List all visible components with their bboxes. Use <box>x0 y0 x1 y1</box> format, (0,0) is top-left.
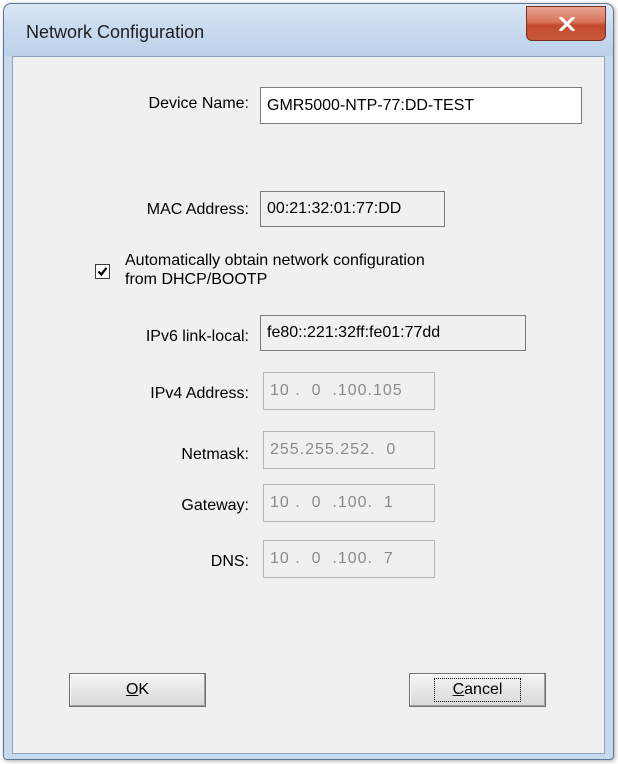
ipv6-link-local-field: fe80::221:32ff:fe01:77dd <box>260 315 526 351</box>
ipv6-link-local-label: IPv6 link-local: <box>145 328 249 345</box>
window-title: Network Configuration <box>26 22 205 42</box>
dialog-body: Device Name: GMR5000-NTP-77:DD-TEST MAC … <box>12 56 605 754</box>
cancel-button-label: Cancel <box>433 678 522 702</box>
ipv4-address-input: 10 . 0 .100.105 <box>263 372 435 410</box>
mac-address-label: MAC Address: <box>146 201 249 218</box>
close-button[interactable] <box>526 6 606 41</box>
dhcp-label-line2: from DHCP/BOOTP <box>125 271 268 288</box>
gateway-input: 10 . 0 .100. 1 <box>263 484 435 522</box>
netmask-value: 255.255.252. 0 <box>270 441 397 458</box>
mac-address-field: 00:21:32:01:77:DD <box>260 191 445 227</box>
gateway-value: 10 . 0 .100. 1 <box>270 494 394 511</box>
checkmark-icon <box>97 267 108 277</box>
netmask-input: 255.255.252. 0 <box>263 431 435 469</box>
network-configuration-dialog: Network Configuration Device Name: GMR50… <box>3 3 614 760</box>
ok-button[interactable]: OK <box>69 673 206 707</box>
ok-button-label: OK <box>125 681 150 698</box>
dhcp-label-line1: Automatically obtain network configurati… <box>125 252 425 269</box>
close-icon <box>559 17 575 31</box>
ipv6-link-local-value: fe80::221:32ff:fe01:77dd <box>267 324 441 341</box>
device-name-label: Device Name: <box>148 95 249 112</box>
dns-value: 10 . 0 .100. 7 <box>270 550 394 567</box>
ipv4-address-value: 10 . 0 .100.105 <box>270 382 403 399</box>
mac-address-value: 00:21:32:01:77:DD <box>267 200 402 217</box>
ipv4-address-label: IPv4 Address: <box>150 385 249 402</box>
gateway-label: Gateway: <box>181 497 249 514</box>
dhcp-checkbox[interactable] <box>95 264 110 279</box>
dns-label: DNS: <box>210 553 249 570</box>
netmask-label: Netmask: <box>181 446 249 463</box>
device-name-value: GMR5000-NTP-77:DD-TEST <box>267 96 475 114</box>
cancel-button[interactable]: Cancel <box>409 673 546 707</box>
title-bar[interactable]: Network Configuration <box>4 4 613 56</box>
device-name-input[interactable]: GMR5000-NTP-77:DD-TEST <box>260 87 582 124</box>
dhcp-checkbox-label[interactable]: Automatically obtain network configurati… <box>125 251 425 289</box>
dns-input: 10 . 0 .100. 7 <box>263 540 435 578</box>
